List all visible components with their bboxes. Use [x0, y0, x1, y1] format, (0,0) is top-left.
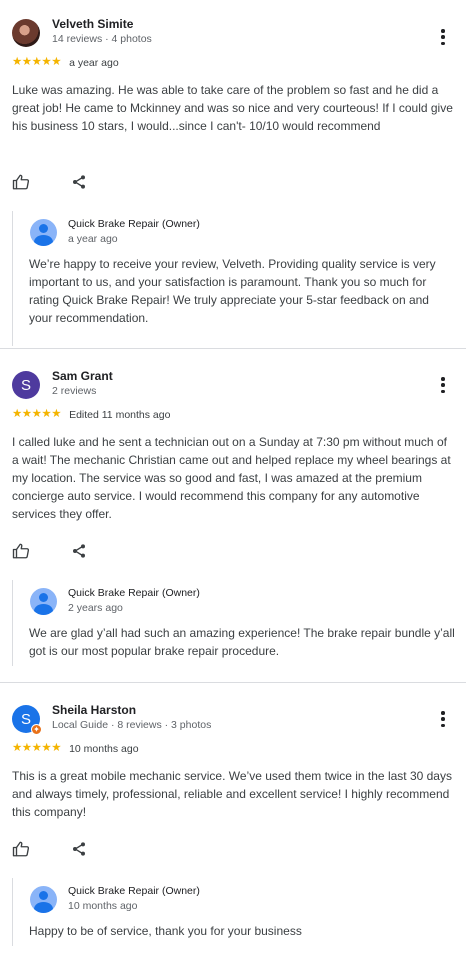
rating-row: ★★★★★ a year ago — [12, 56, 119, 70]
star-rating: ★★★★★ — [12, 56, 62, 69]
owner-reply-text: We’re happy to receive your review, Velv… — [29, 257, 436, 325]
owner-avatar[interactable] — [30, 219, 57, 246]
owner-reply-time: a year ago — [68, 233, 118, 245]
owner-name[interactable]: Quick Brake Repair (Owner) — [68, 218, 200, 230]
more-vert-icon[interactable] — [438, 708, 448, 730]
local-guide-badge-icon: ✦ — [31, 724, 42, 735]
thumbs-up-icon[interactable] — [11, 172, 31, 192]
avatar-initial: S — [20, 376, 31, 394]
review-text: Luke was amazing. He was able to take ca… — [12, 83, 453, 133]
share-icon[interactable] — [69, 172, 89, 192]
owner-reply-time: 2 years ago — [68, 602, 123, 614]
reviewer-meta: 14 reviews · 4 photos — [52, 33, 152, 45]
review-text: This is a great mobile mechanic service.… — [12, 769, 452, 819]
thumbs-up-icon[interactable] — [11, 839, 31, 859]
owner-reply-text: Happy to be of service, thank you for yo… — [29, 924, 302, 938]
owner-reply: Quick Brake Repair (Owner) a year ago We… — [12, 211, 454, 346]
review-divider — [0, 348, 466, 349]
reviewer-meta: Local Guide · 8 reviews · 3 photos — [52, 719, 212, 731]
review-time: a year ago — [69, 57, 119, 69]
owner-name[interactable]: Quick Brake Repair (Owner) — [68, 587, 200, 599]
share-icon[interactable] — [69, 839, 89, 859]
owner-reply-time: 10 months ago — [68, 900, 138, 912]
star-rating: ★★★★★ — [12, 408, 62, 421]
reviewer-avatar[interactable] — [12, 19, 40, 47]
owner-avatar[interactable] — [30, 886, 57, 913]
owner-reply-text: We are glad y’all had such an amazing ex… — [29, 626, 455, 658]
review-time: 10 months ago — [69, 743, 139, 755]
review-text: I called luke and he sent a technician o… — [12, 435, 451, 521]
rating-row: ★★★★★ 10 months ago — [12, 742, 139, 756]
avatar-initial: S — [20, 710, 31, 728]
share-icon[interactable] — [69, 541, 89, 561]
thumbs-up-icon[interactable] — [11, 541, 31, 561]
reviewer-name[interactable]: Velveth Simite — [52, 17, 133, 31]
reviewer-avatar[interactable]: S — [12, 371, 40, 399]
more-vert-icon[interactable] — [438, 26, 448, 48]
rating-row: ★★★★★ Edited 11 months ago — [12, 408, 170, 422]
owner-reply: Quick Brake Repair (Owner) 10 months ago… — [12, 878, 454, 946]
owner-reply: Quick Brake Repair (Owner) 2 years ago W… — [12, 580, 455, 666]
reviewer-name[interactable]: Sam Grant — [52, 369, 113, 383]
star-rating: ★★★★★ — [12, 742, 62, 755]
review-divider — [0, 682, 466, 683]
review-time: Edited 11 months ago — [69, 409, 171, 421]
reviewer-name[interactable]: Sheila Harston — [52, 703, 136, 717]
more-vert-icon[interactable] — [438, 374, 448, 396]
reviewer-avatar[interactable]: S ✦ — [12, 705, 42, 735]
reviewer-meta: 2 reviews — [52, 385, 97, 397]
owner-name[interactable]: Quick Brake Repair (Owner) — [68, 885, 200, 897]
owner-avatar[interactable] — [30, 588, 57, 615]
